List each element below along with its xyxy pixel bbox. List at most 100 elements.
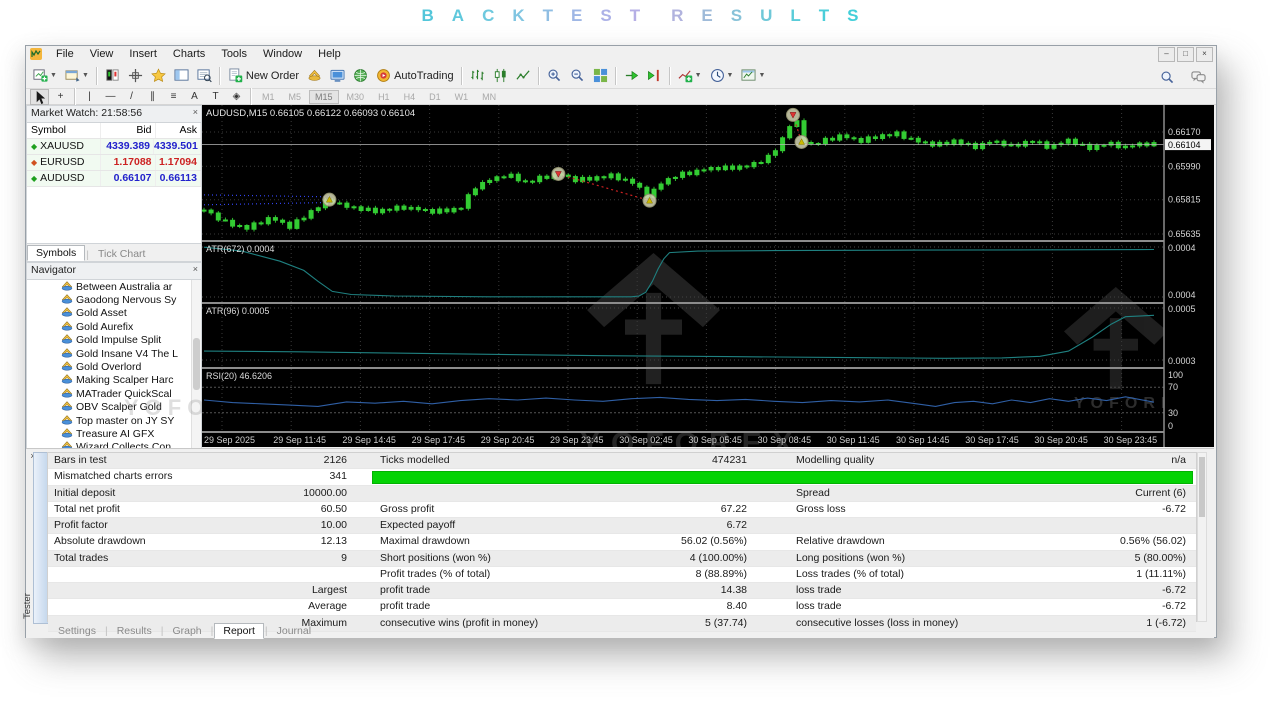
market-watch-row-audusd[interactable]: ◆AUDUSD 0.66107 0.66113 [27, 171, 201, 187]
trade-marker[interactable] [787, 108, 800, 121]
market-watch-tab-symbols[interactable]: Symbols [27, 245, 85, 261]
title-letter: C [482, 6, 494, 26]
candlestick-chart-button[interactable] [490, 65, 511, 87]
restore-button[interactable]: □ [1177, 47, 1194, 62]
menu-item-view[interactable]: View [82, 47, 122, 61]
menu-item-help[interactable]: Help [310, 47, 349, 61]
navigator-item[interactable]: Gold Aurefix [27, 320, 201, 333]
crosshair-button[interactable] [125, 65, 146, 87]
menu-item-charts[interactable]: Charts [165, 47, 213, 61]
new-chart-button[interactable]: ▼ [30, 65, 60, 87]
navigator-close-icon[interactable]: × [193, 264, 198, 274]
search-button[interactable] [1157, 66, 1178, 88]
strategy-tester-button[interactable] [350, 65, 371, 87]
market-watch-row-xauusd[interactable]: ◆XAUUSD 4339.389 4339.501 [27, 139, 201, 155]
navigator-item[interactable]: Treasure AI GFX [27, 427, 201, 440]
text-label-tool[interactable]: T [206, 89, 225, 105]
navigator-item[interactable]: Gold Impulse Split [27, 334, 201, 347]
open-profile-button[interactable]: ▼ [62, 65, 92, 87]
timeframe-button-m30[interactable]: M30 [341, 90, 371, 104]
text-tool[interactable]: A [185, 89, 204, 105]
navigator-item[interactable]: Gold Insane V4 The L [27, 347, 201, 360]
toolbar-separator [96, 67, 98, 85]
expert-advisor-icon [61, 360, 76, 374]
svg-text:0.65990: 0.65990 [1168, 161, 1201, 171]
terminal-window-button[interactable] [327, 65, 348, 87]
crosshair-tool[interactable]: + [51, 89, 70, 105]
market-watch-table: Symbol Bid Ask◆XAUUSD 4339.389 4339.501◆… [26, 123, 202, 244]
market-watch-window-button[interactable] [171, 65, 192, 87]
market-watch-row-eurusd[interactable]: ◆EURUSD 1.17088 1.17094 [27, 155, 201, 171]
tester-tab-report[interactable]: Report [214, 623, 264, 639]
timeframe-button-mn[interactable]: MN [476, 90, 502, 104]
tester-tab-settings[interactable]: Settings [50, 624, 104, 638]
zoom-out-button[interactable] [567, 65, 588, 87]
menu-item-window[interactable]: Window [255, 47, 310, 61]
trade-marker[interactable] [643, 194, 656, 207]
tester-tab-results[interactable]: Results [109, 624, 160, 638]
tester-tab-journal[interactable]: Journal [269, 624, 319, 638]
title-letter: A [452, 6, 464, 26]
expert-advisor-icon [61, 414, 76, 428]
periods-button[interactable]: ▼ [707, 65, 737, 87]
timeframe-button-w1[interactable]: W1 [449, 90, 475, 104]
title-letter: S [600, 6, 611, 26]
chart-properties-button[interactable] [102, 65, 123, 87]
tester-scrollbar[interactable] [1197, 452, 1207, 622]
navigator-item[interactable]: Gaodong Nervous Sy [27, 293, 201, 306]
indicators-button[interactable]: ▼ [675, 65, 705, 87]
menu-item-tools[interactable]: Tools [213, 47, 255, 61]
navigator-scrollbar[interactable] [191, 280, 201, 448]
report-row: Total trades9 Short positions (won %)4 (… [48, 551, 1196, 567]
market-watch-close-icon[interactable]: × [193, 107, 198, 117]
community-chat-button[interactable] [1188, 66, 1209, 88]
navigator-item[interactable]: Making Scalper Harc [27, 374, 201, 387]
navigator-item[interactable]: Wizard Collects Con [27, 441, 201, 448]
expert-advisors-button[interactable] [304, 65, 325, 87]
timeframe-button-m1[interactable]: M1 [256, 90, 281, 104]
chart-area[interactable]: YOFOREXYOFOREX0.661700.659900.658150.656… [202, 105, 1214, 447]
bar-chart-button[interactable] [467, 65, 488, 87]
menu-item-insert[interactable]: Insert [121, 47, 165, 61]
chart-canvas[interactable]: YOFOREXYOFOREX0.661700.659900.658150.656… [202, 105, 1214, 447]
timeframe-button-d1[interactable]: D1 [423, 90, 447, 104]
equidistant-channel-tool[interactable]: ∥ [143, 89, 162, 105]
timeframe-button-h1[interactable]: H1 [372, 90, 396, 104]
zoom-in-button[interactable] [544, 65, 565, 87]
auto-scroll-button[interactable] [621, 65, 642, 87]
fibonacci-tool[interactable]: ≡ [164, 89, 183, 105]
tile-windows-button[interactable] [590, 65, 611, 87]
market-watch-tab-tick-chart[interactable]: Tick Chart [90, 247, 153, 261]
trade-marker[interactable] [323, 193, 336, 206]
trade-marker[interactable] [795, 135, 808, 148]
vertical-line-tool[interactable]: | [80, 89, 99, 105]
minimize-button[interactable]: – [1158, 47, 1175, 62]
horizontal-line-tool[interactable]: — [101, 89, 120, 105]
navigator-item[interactable]: Gold Overlord [27, 360, 201, 373]
line-chart-button[interactable] [513, 65, 534, 87]
menu-item-file[interactable]: File [48, 47, 82, 61]
tester-tab-graph[interactable]: Graph [164, 624, 209, 638]
chart-shift-button[interactable] [644, 65, 665, 87]
autotrading-button[interactable]: AutoTrading [373, 65, 457, 87]
shapes-tool[interactable]: ◈ [227, 89, 246, 105]
close-button[interactable]: × [1196, 47, 1213, 62]
data-window-button[interactable] [194, 65, 215, 87]
new-order-button[interactable]: New Order [225, 65, 302, 87]
navigator-tree: Between Australia arGaodong Nervous SyGo… [26, 280, 202, 448]
atr672-label: ATR(672) 0.0004 [206, 244, 274, 254]
trendline-tool[interactable]: / [122, 89, 141, 105]
timeframe-button-m15[interactable]: M15 [309, 90, 339, 104]
trade-marker[interactable] [552, 167, 565, 180]
timeframe-button-h4[interactable]: H4 [398, 90, 422, 104]
navigator-item[interactable]: Between Australia ar [27, 280, 201, 293]
expert-advisor-icon [61, 440, 76, 448]
favorites-button[interactable] [148, 65, 169, 87]
cursor-tool[interactable] [30, 89, 49, 105]
templates-button[interactable]: ▼ [738, 65, 768, 87]
expert-advisor-icon [61, 306, 76, 320]
title-letter: S [731, 6, 742, 26]
timeframe-button-m5[interactable]: M5 [283, 90, 308, 104]
svg-text:0: 0 [1168, 421, 1173, 431]
navigator-item[interactable]: Gold Asset [27, 307, 201, 320]
